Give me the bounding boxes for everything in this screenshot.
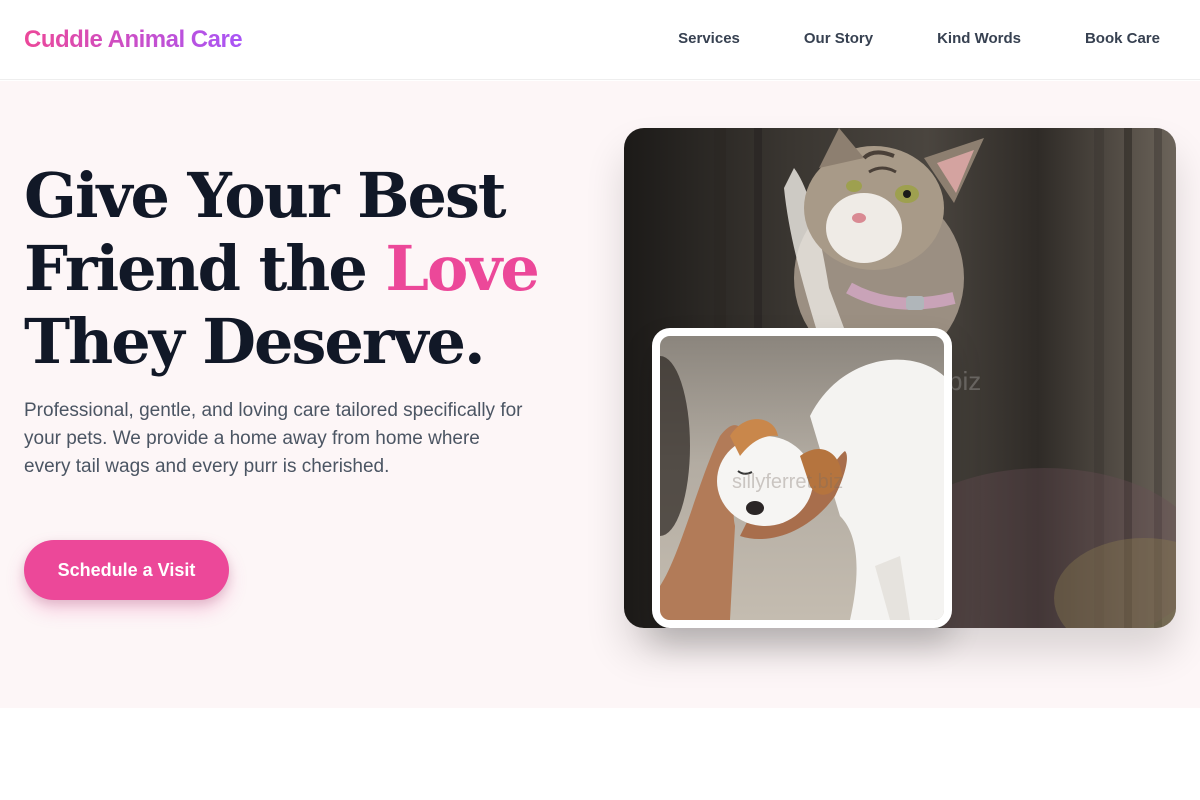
headline-line-1: Give Your Best: [24, 159, 507, 232]
hero-headline: Give Your Best Friend the Love They Dese…: [24, 159, 584, 378]
brand-logo[interactable]: Cuddle Animal Care: [24, 24, 243, 56]
main-nav: Services Our Story Kind Words Book Care: [614, 28, 1160, 50]
puppy-photo-illustration: sillyferret.biz: [660, 356, 944, 620]
headline-accent-word: Love: [385, 232, 539, 305]
nav-link-our-story[interactable]: Our Story: [804, 28, 873, 50]
puppy-photo: sillyferret.biz: [652, 328, 952, 628]
inset-photo-watermark: sillyferret.biz: [732, 471, 843, 493]
headline-line-3: They Deserve.: [24, 305, 486, 378]
top-navigation-bar: Cuddle Animal Care Services Our Story Ki…: [0, 0, 1200, 80]
hero-section: Give Your Best Friend the Love They Dese…: [0, 81, 1200, 708]
hero-description: Professional, gentle, and loving care ta…: [24, 400, 523, 477]
nav-link-services[interactable]: Services: [678, 28, 740, 50]
nav-link-kind-words[interactable]: Kind Words: [937, 28, 1021, 50]
schedule-visit-button[interactable]: Schedule a Visit: [24, 540, 229, 600]
headline-line-2: Friend the: [24, 232, 386, 305]
nav-link-book-care[interactable]: Book Care: [1085, 28, 1160, 50]
main-photo-watermark: biz: [948, 366, 981, 396]
